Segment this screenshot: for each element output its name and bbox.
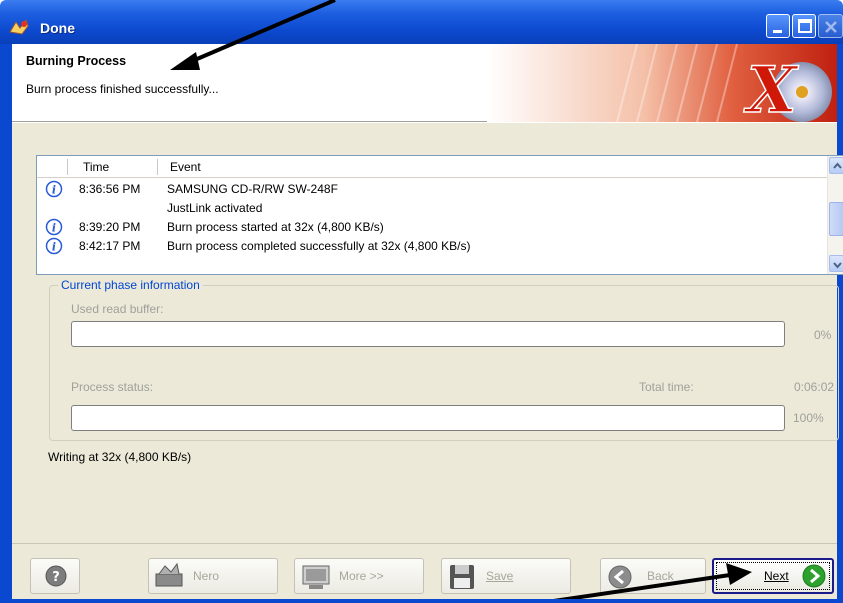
save-button[interactable]: Save xyxy=(441,558,571,594)
page-subtitle: Burn process finished successfully... xyxy=(26,82,219,96)
chevron-down-icon xyxy=(833,262,842,269)
nero-button-label: Nero xyxy=(193,569,220,583)
log-event: SAMSUNG CD-R/RW SW-248F xyxy=(167,182,338,196)
process-status-fill xyxy=(72,406,784,430)
next-button[interactable]: Next xyxy=(712,558,834,594)
log-row[interactable]: i 8:42:17 PM Burn process completed succ… xyxy=(37,237,827,256)
log-row[interactable]: JustLink activated xyxy=(37,199,827,218)
svg-text:i: i xyxy=(52,222,56,235)
back-arrow-icon xyxy=(608,565,632,589)
scroll-down-button[interactable] xyxy=(829,255,843,272)
phase-info-group: Current phase information Used read buff… xyxy=(49,278,839,441)
title-bar: Done xyxy=(0,0,843,44)
log-header: Time Event xyxy=(37,156,827,178)
column-separator xyxy=(67,159,68,175)
log-time: 8:39:20 PM xyxy=(79,220,141,234)
process-status-percent: 100% xyxy=(793,411,824,425)
nero-logo-banner: X xyxy=(487,44,837,122)
close-button[interactable] xyxy=(818,14,843,38)
svg-text:i: i xyxy=(52,184,56,197)
next-button-label: Next xyxy=(764,569,789,583)
maximize-button[interactable] xyxy=(792,14,816,38)
help-icon: ? xyxy=(45,565,67,587)
scroll-up-button[interactable] xyxy=(829,157,843,174)
close-icon xyxy=(825,21,837,33)
writing-status: Writing at 32x (4,800 KB/s) xyxy=(48,450,192,464)
minimize-icon xyxy=(773,30,782,33)
back-button-label: Back xyxy=(647,569,674,583)
process-status-label: Process status: xyxy=(71,380,154,394)
window-frame-left xyxy=(0,44,12,603)
chevron-up-icon xyxy=(833,162,842,169)
nero-app-icon xyxy=(9,18,29,35)
window-frame-bottom xyxy=(0,599,843,603)
main-panel: Time Event i 8:36:56 PM SAMSUNG CD-R/RW … xyxy=(12,123,843,543)
info-icon: i xyxy=(45,180,63,198)
column-header-event[interactable]: Event xyxy=(170,160,201,174)
nero-button[interactable]: Nero xyxy=(148,558,278,594)
svg-text:i: i xyxy=(52,241,56,254)
log-row[interactable]: i 8:39:20 PM Burn process started at 32x… xyxy=(37,218,827,237)
process-status-progress xyxy=(71,405,785,431)
log-row[interactable]: i 8:36:56 PM SAMSUNG CD-R/RW SW-248F xyxy=(37,180,827,199)
window-title: Done xyxy=(40,20,75,36)
read-buffer-progress xyxy=(71,321,785,347)
event-log[interactable]: Time Event i 8:36:56 PM SAMSUNG CD-R/RW … xyxy=(36,155,843,275)
button-bar: ? Nero More >> Save Back Next xyxy=(12,543,837,599)
info-icon: i xyxy=(45,218,63,236)
total-time-label: Total time: xyxy=(639,380,694,394)
group-legend: Current phase information xyxy=(58,278,203,292)
page-title: Burning Process xyxy=(26,54,127,68)
log-event: Burn process started at 32x (4,800 KB/s) xyxy=(167,220,384,234)
column-separator xyxy=(157,159,158,175)
total-time-value: 0:06:02 xyxy=(794,380,835,394)
back-button[interactable]: Back xyxy=(600,558,706,594)
svg-text:X: X xyxy=(743,53,799,122)
scroll-thumb[interactable] xyxy=(829,202,843,236)
minimize-button[interactable] xyxy=(766,14,790,38)
help-button[interactable]: ? xyxy=(30,558,80,594)
log-event: Burn process completed successfully at 3… xyxy=(167,239,471,253)
save-button-label: Save xyxy=(486,569,514,583)
svg-text:?: ? xyxy=(52,570,60,585)
more-button-label: More >> xyxy=(339,569,384,583)
info-icon: i xyxy=(45,237,63,255)
log-event: JustLink activated xyxy=(167,201,263,215)
more-button[interactable]: More >> xyxy=(294,558,424,594)
next-arrow-icon xyxy=(802,564,826,588)
log-time: 8:42:17 PM xyxy=(79,239,141,253)
nero-burner-icon xyxy=(155,562,183,587)
log-scrollbar[interactable] xyxy=(827,156,843,274)
wizard-header: Burning Process Burn process finished su… xyxy=(12,44,837,122)
column-header-time[interactable]: Time xyxy=(83,160,109,174)
log-time: 8:36:56 PM xyxy=(79,182,141,196)
read-buffer-label: Used read buffer: xyxy=(71,302,164,316)
computer-icon xyxy=(302,565,330,589)
read-buffer-percent: 0% xyxy=(814,328,832,342)
maximize-icon xyxy=(798,19,812,33)
floppy-disk-icon xyxy=(450,565,474,589)
